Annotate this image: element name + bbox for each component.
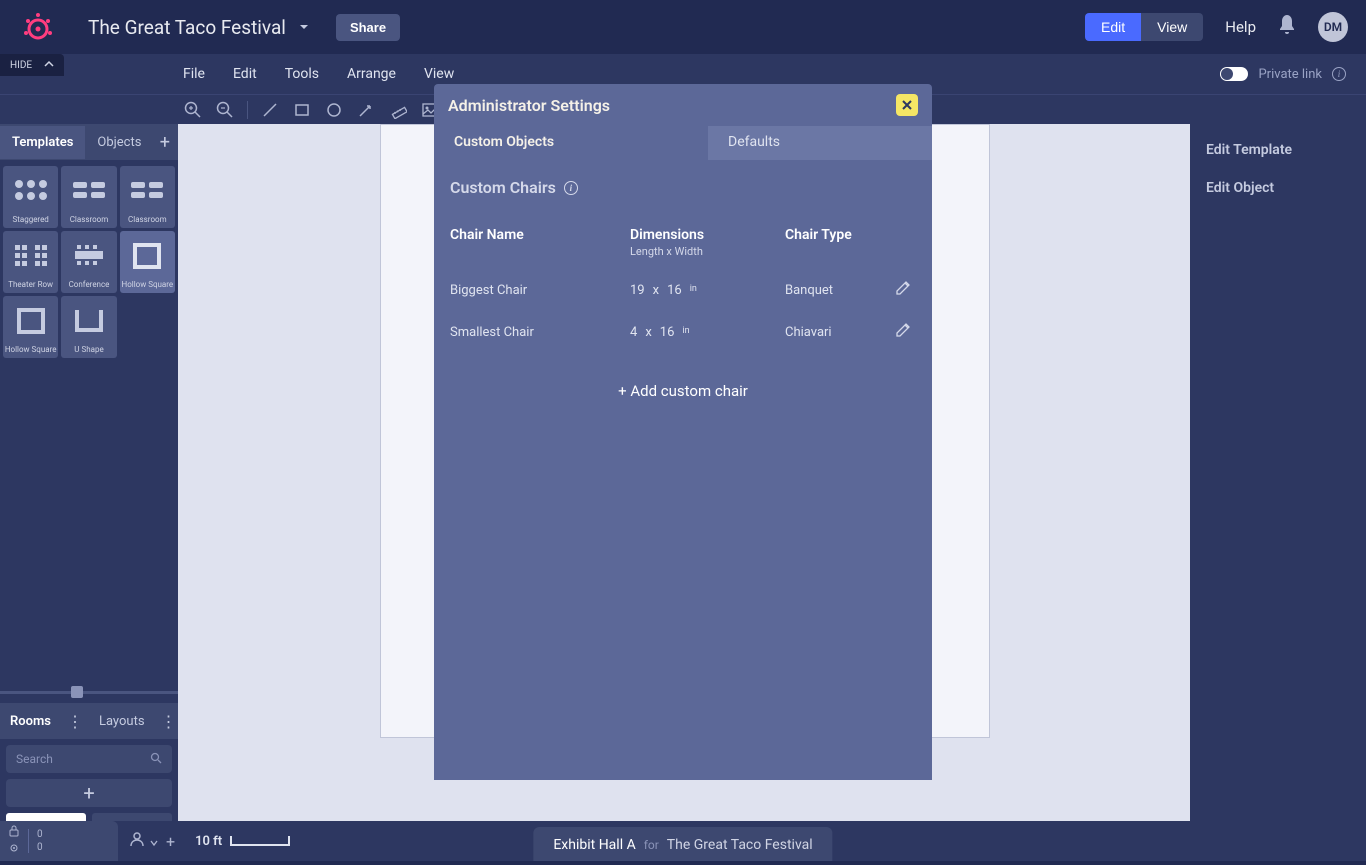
template-conference[interactable]: Conference (61, 231, 116, 293)
rectangle-tool-icon[interactable] (292, 100, 312, 120)
private-link-toggle[interactable] (1220, 67, 1248, 81)
chair-x: x (645, 325, 651, 340)
rooms-tab[interactable]: Rooms (0, 705, 61, 738)
top-header: The Great Taco Festival Share Edit View … (0, 0, 1366, 54)
footer-for-text: for (644, 838, 659, 852)
admin-settings-modal: Administrator Settings Custom Objects De… (434, 84, 932, 780)
edit-template-link[interactable]: Edit Template (1206, 142, 1350, 158)
scale-label: 10 ft (195, 834, 222, 849)
mode-toggle: Edit View (1085, 13, 1203, 41)
chair-x: x (653, 283, 659, 298)
menu-arrange[interactable]: Arrange (347, 66, 396, 82)
zoom-out-icon[interactable] (215, 100, 235, 120)
menu-file[interactable]: File (183, 66, 205, 82)
ruler-tool-icon[interactable] (388, 100, 408, 120)
menu-view[interactable]: View (424, 66, 454, 82)
modal-tab-custom-objects[interactable]: Custom Objects (434, 126, 708, 160)
template-classroom-2[interactable]: Classroom (120, 166, 175, 228)
chair-unit: in (690, 284, 697, 294)
footer-breadcrumb[interactable]: Exhibit Hall A for The Great Taco Festiv… (533, 827, 832, 861)
chair-width: 16 (660, 325, 675, 340)
chair-type: Banquet (785, 283, 895, 298)
view-mode-button[interactable]: View (1141, 13, 1203, 41)
edit-chair-icon[interactable] (895, 322, 925, 342)
rooms-options-icon[interactable]: ⋮ (61, 712, 89, 731)
layouts-tab[interactable]: Layouts (89, 705, 155, 738)
add-room-button[interactable]: + (6, 779, 172, 807)
person-icon[interactable] (128, 830, 146, 852)
col-chair-name: Chair Name (450, 227, 630, 243)
lock-count: 0 (37, 829, 43, 840)
chair-length: 19 (630, 283, 645, 298)
chair-width: 16 (667, 283, 682, 298)
info-icon[interactable]: i (1332, 67, 1346, 81)
col-dimensions-sub: Length x Width (630, 245, 785, 258)
project-dropdown-icon[interactable] (298, 18, 310, 37)
template-size-slider[interactable] (0, 683, 178, 703)
chair-length: 4 (630, 325, 637, 340)
footer-event-name: The Great Taco Festival (667, 837, 813, 853)
objects-tab[interactable]: Objects (85, 126, 153, 159)
chair-row: Biggest Chair 19 x 16 in Banquet (450, 280, 916, 300)
help-link[interactable]: Help (1225, 18, 1256, 36)
info-icon[interactable]: i (564, 181, 578, 195)
chair-unit: in (682, 326, 689, 336)
share-button[interactable]: Share (336, 14, 400, 41)
user-avatar[interactable]: DM (1318, 12, 1348, 42)
right-sidebar: Edit Template Edit Object (1190, 124, 1366, 861)
menu-tools[interactable]: Tools (285, 66, 319, 82)
circle-tool-icon[interactable] (324, 100, 344, 120)
template-theater-row[interactable]: Theater Row (3, 231, 58, 293)
chevron-down-icon[interactable] (150, 832, 158, 851)
template-hollow-square-2[interactable]: Hollow Square (3, 296, 58, 358)
modal-section-title: Custom Chairs (450, 178, 556, 197)
chair-name: Smallest Chair (450, 325, 630, 340)
modal-title: Administrator Settings (448, 96, 610, 115)
chair-name: Biggest Chair (450, 283, 630, 298)
arrow-tool-icon[interactable] (356, 100, 376, 120)
templates-tab[interactable]: Templates (0, 126, 85, 159)
edit-mode-button[interactable]: Edit (1085, 13, 1141, 41)
gear-count: 0 (37, 842, 43, 853)
left-sidebar: Templates Objects + Staggered Classroom … (0, 124, 178, 861)
line-tool-icon[interactable] (260, 100, 280, 120)
edit-chair-icon[interactable] (895, 280, 925, 300)
scale-ruler-icon (230, 836, 290, 846)
col-dimensions: Dimensions (630, 227, 785, 243)
add-tab-icon[interactable]: + (160, 132, 170, 153)
app-logo[interactable] (18, 7, 58, 47)
template-classroom-1[interactable]: Classroom (61, 166, 116, 228)
gear-icon (8, 842, 20, 857)
search-icon (150, 752, 162, 767)
chair-type: Chiavari (785, 325, 895, 340)
hide-sidebar-tab[interactable]: HIDE (0, 54, 64, 76)
footer-hall-name: Exhibit Hall A (553, 837, 635, 853)
chair-row: Smallest Chair 4 x 16 in Chiavari (450, 322, 916, 342)
template-u-shape[interactable]: U Shape (61, 296, 116, 358)
lock-icon (8, 825, 20, 840)
search-input[interactable]: Search (6, 745, 172, 773)
bottom-status-widget: 0 0 (0, 821, 118, 861)
add-custom-chair-button[interactable]: + Add custom chair (450, 382, 916, 400)
col-chair-type: Chair Type (785, 227, 895, 243)
menu-edit[interactable]: Edit (233, 66, 257, 82)
edit-object-link[interactable]: Edit Object (1206, 180, 1350, 196)
private-link-label: Private link (1258, 67, 1322, 82)
modal-tab-defaults[interactable]: Defaults (708, 126, 932, 160)
template-staggered[interactable]: Staggered (3, 166, 58, 228)
hide-label: HIDE (10, 60, 32, 71)
project-title[interactable]: The Great Taco Festival (88, 16, 286, 39)
notifications-icon[interactable] (1278, 15, 1296, 39)
add-person-icon[interactable]: + (166, 832, 175, 851)
search-placeholder: Search (16, 752, 53, 766)
template-hollow-square-1[interactable]: Hollow Square (120, 231, 175, 293)
close-modal-button[interactable] (896, 94, 918, 116)
zoom-in-icon[interactable] (183, 100, 203, 120)
chevron-up-icon (44, 60, 54, 71)
